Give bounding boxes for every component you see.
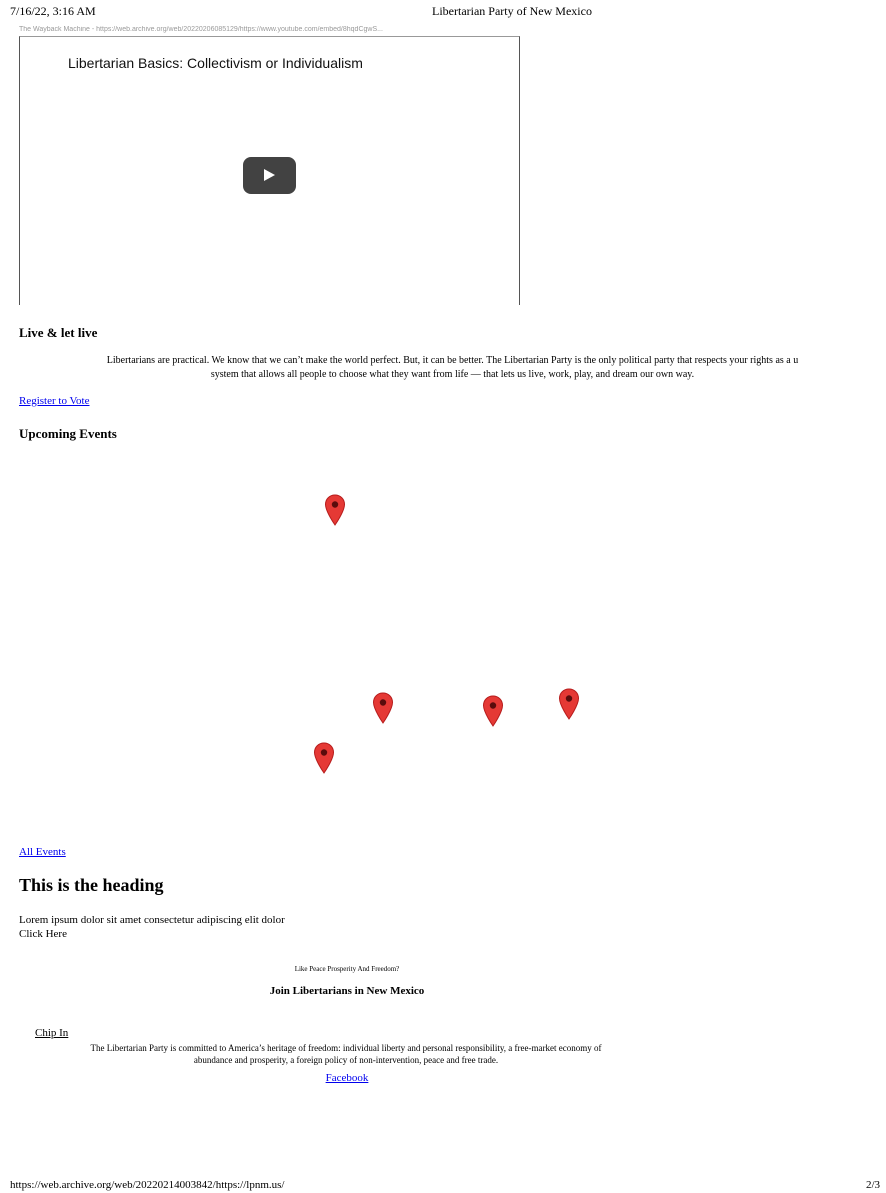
live-text-line-2: system that allows all people to choose …: [210, 369, 695, 380]
map-pin-icon[interactable]: [558, 688, 580, 720]
all-events-link[interactable]: All Events: [19, 846, 66, 858]
live-let-live-text: Libertarians are practical. We know that…: [19, 354, 886, 382]
live-let-live-heading: Live & let live: [19, 325, 98, 340]
map-pin-icon[interactable]: [313, 742, 335, 774]
mission-line-1: The Libertarian Party is committed to Am…: [90, 1043, 602, 1053]
video-title[interactable]: Libertarian Basics: Collectivism or Indi…: [68, 55, 363, 71]
click-here-button[interactable]: Click Here: [19, 928, 67, 940]
footer-tagline: Like Peace Prosperity And Freedom?: [294, 965, 400, 973]
wayback-source-line: The Wayback Machine - https://web.archiv…: [19, 26, 383, 33]
mission-statement: The Libertarian Party is committed to Am…: [35, 1042, 657, 1066]
mission-line-2: abundance and prosperity, a foreign poli…: [193, 1055, 499, 1065]
events-map[interactable]: [19, 450, 879, 835]
join-heading: Join Libertarians in New Mexico: [269, 985, 425, 997]
map-pin-icon[interactable]: [372, 692, 394, 724]
print-page-number: 2/3: [866, 1179, 881, 1191]
facebook-link[interactable]: Facebook: [326, 1072, 369, 1084]
upcoming-events-heading: Upcoming Events: [19, 426, 117, 441]
video-embed[interactable]: Libertarian Basics: Collectivism or Indi…: [19, 36, 520, 305]
print-url: https://web.archive.org/web/202202140038…: [10, 1179, 285, 1191]
promo-body-text: Lorem ipsum dolor sit amet consectetur a…: [19, 914, 285, 926]
map-pin-icon[interactable]: [482, 695, 504, 727]
chip-in-link[interactable]: Chip In: [35, 1027, 68, 1039]
print-page-title: Libertarian Party of New Mexico: [432, 4, 592, 18]
map-pin-icon[interactable]: [324, 494, 346, 526]
facebook-link-row: Facebook: [0, 1068, 694, 1086]
promo-heading: This is the heading: [19, 875, 164, 895]
play-icon: [264, 169, 275, 181]
live-text-line-1: Libertarians are practical. We know that…: [106, 355, 799, 366]
print-datetime: 7/16/22, 3:16 AM: [10, 4, 96, 18]
register-to-vote-link[interactable]: Register to Vote: [19, 395, 89, 407]
play-button[interactable]: [243, 157, 296, 194]
